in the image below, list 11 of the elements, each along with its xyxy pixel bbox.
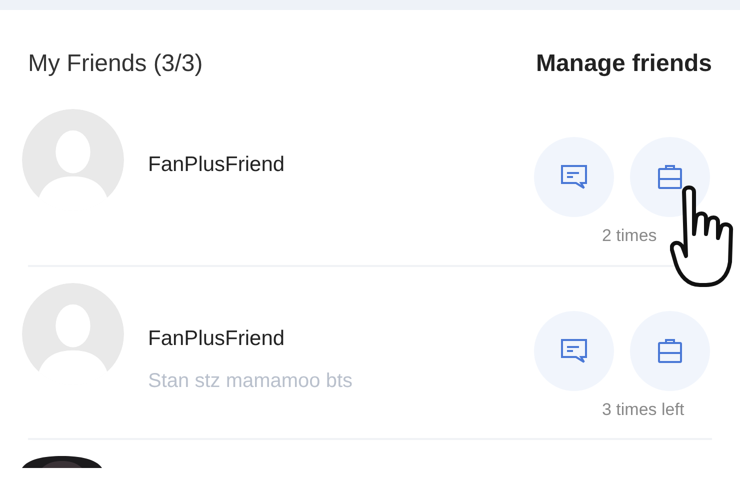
friend-name: FanPlusFriend	[148, 326, 286, 352]
friend-status: Stan stz mamamoo bts	[148, 369, 354, 394]
section-title: My Friends (3/3)	[28, 49, 203, 79]
manage-friends-link[interactable]: Manage friends	[536, 46, 712, 82]
clipboard-icon	[655, 336, 685, 364]
remaining-count: 2 times	[602, 225, 657, 247]
clipboard-icon	[655, 163, 685, 191]
remaining-count: 3 times left	[602, 398, 684, 420]
message-icon	[559, 336, 589, 364]
message-icon	[559, 163, 589, 191]
friend-name: FanPlusFriend	[148, 152, 286, 178]
